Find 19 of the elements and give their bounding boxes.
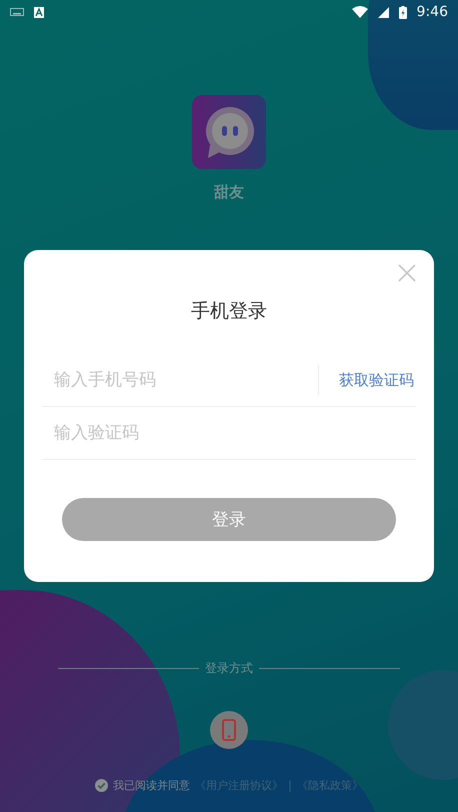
- phone-login-button[interactable]: [210, 711, 248, 749]
- wifi-icon: [352, 6, 368, 18]
- code-input-field[interactable]: 输入验证码: [42, 407, 416, 459]
- keyboard-icon: [10, 8, 24, 16]
- phone-icon: [222, 719, 236, 741]
- signal-icon: [378, 6, 389, 18]
- dialog-title: 手机登录: [190, 299, 268, 324]
- status-time: 9:46: [416, 4, 448, 20]
- agreement-text: 我已阅读并同意: [113, 778, 190, 793]
- get-code-button[interactable]: 获取验证码: [318, 365, 416, 395]
- user-agreement-link[interactable]: 《用户注册协议》: [195, 778, 284, 793]
- close-icon[interactable]: [398, 264, 416, 282]
- privacy-policy-link[interactable]: 《隐私政策》: [296, 778, 363, 793]
- font-icon: [34, 6, 44, 18]
- phone-input-field[interactable]: 输入手机号码: [42, 354, 318, 406]
- app-name: 甜友: [214, 183, 244, 202]
- separator: |: [288, 779, 292, 792]
- login-methods-label: 登录方式: [205, 660, 253, 677]
- checkbox-icon[interactable]: [95, 779, 108, 792]
